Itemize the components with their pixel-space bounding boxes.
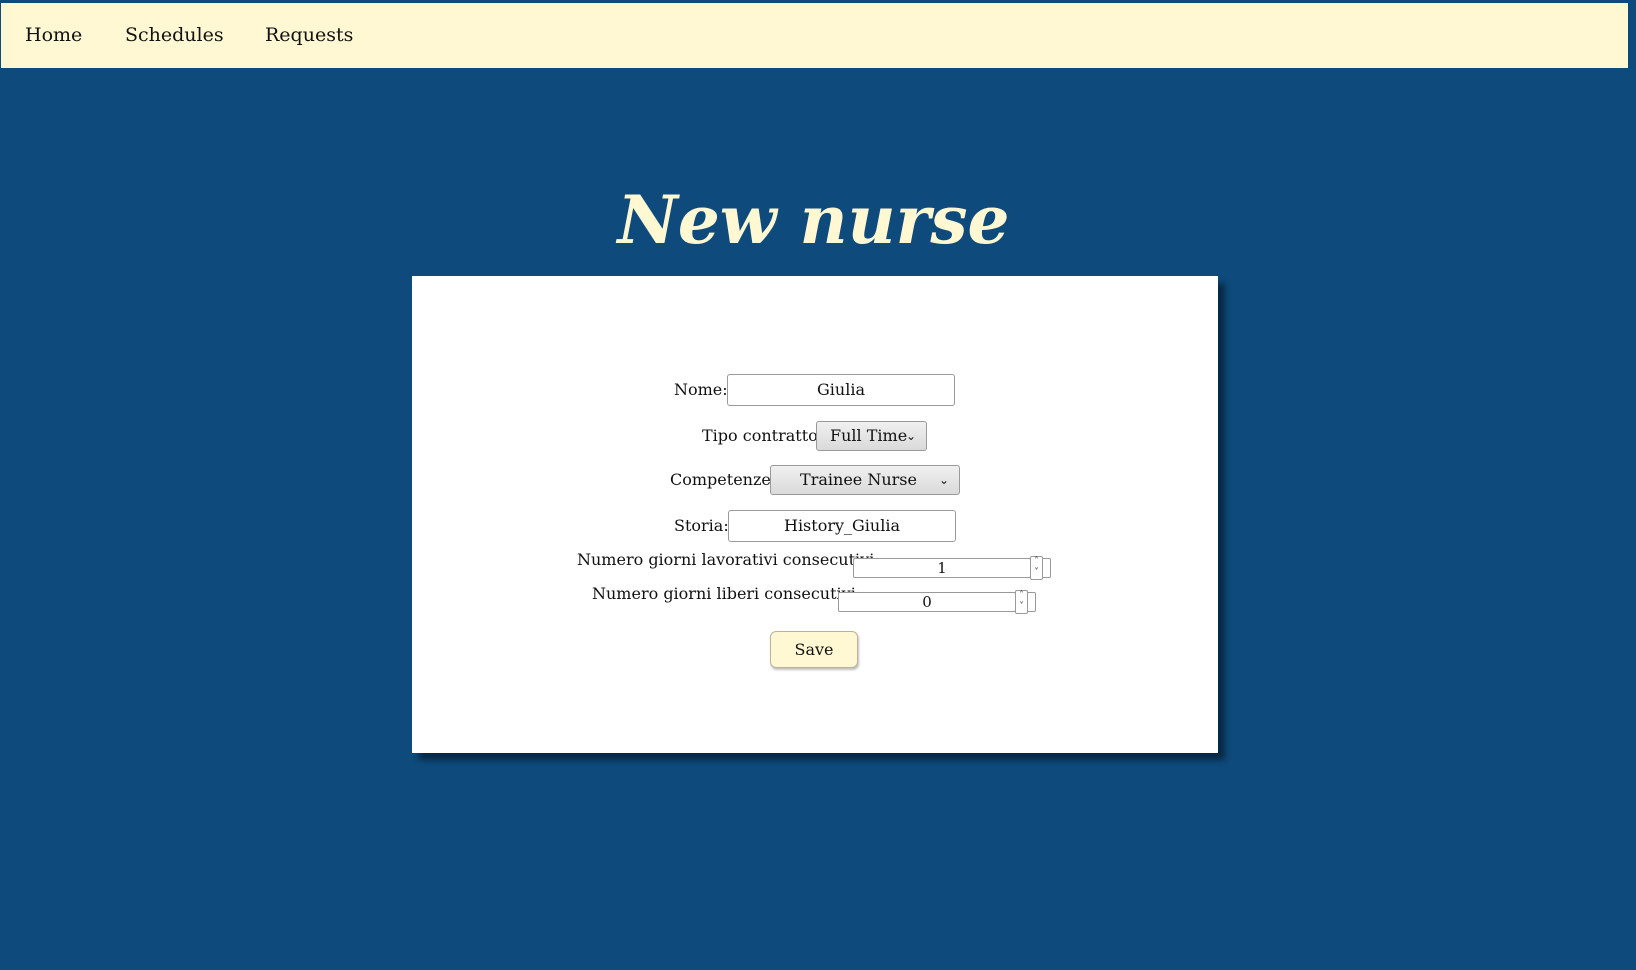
tipo-contratto-selected-value: Full Time — [830, 426, 908, 445]
chevron-down-icon[interactable]: ˅ — [1016, 602, 1027, 613]
nome-input[interactable]: Giulia — [727, 374, 955, 406]
save-button[interactable]: Save — [770, 631, 858, 668]
nav-schedules-link[interactable]: Schedules — [125, 3, 224, 68]
competenze-label: Competenze: — [670, 470, 777, 489]
giorni-liberi-label: Numero giorni liberi consecutivi: — [592, 584, 862, 603]
chevron-down-icon: ⌄ — [905, 429, 916, 443]
giorni-liberi-input[interactable]: 0 — [838, 592, 1016, 612]
giorni-liberi-spinner-edge — [1028, 592, 1036, 612]
chevron-up-icon[interactable]: ˄ — [1031, 557, 1042, 568]
storia-input[interactable]: History_Giulia — [728, 510, 956, 542]
competenze-selected-value: Trainee Nurse — [800, 470, 917, 489]
giorni-lavorativi-spinner[interactable]: ˄ ˅ — [1030, 556, 1043, 580]
chevron-up-icon[interactable]: ˄ — [1016, 591, 1027, 602]
competenze-select[interactable]: Trainee Nurse ⌄ — [770, 465, 960, 495]
nav-home-link[interactable]: Home — [25, 3, 82, 68]
page-title: New nurse — [617, 181, 1010, 259]
storia-label: Storia: — [674, 516, 729, 535]
chevron-down-icon[interactable]: ˅ — [1031, 568, 1042, 579]
giorni-lavorativi-spinner-edge — [1043, 558, 1051, 578]
tipo-contratto-label: Tipo contratto: — [702, 426, 824, 445]
giorni-liberi-spinner[interactable]: ˄ ˅ — [1015, 590, 1028, 614]
new-nurse-form-card: Nome: Giulia Tipo contratto: Full Time ⌄… — [412, 276, 1218, 753]
nav-requests-link[interactable]: Requests — [265, 3, 353, 68]
chevron-down-icon: ⌄ — [938, 473, 949, 487]
giorni-lavorativi-input[interactable]: 1 — [853, 558, 1031, 578]
top-nav-bar: Home Schedules Requests — [1, 3, 1628, 68]
nome-label: Nome: — [674, 380, 728, 399]
giorni-lavorativi-label: Numero giorni lavorativi consecutivi: — [577, 550, 880, 569]
tipo-contratto-select[interactable]: Full Time ⌄ — [816, 421, 927, 451]
